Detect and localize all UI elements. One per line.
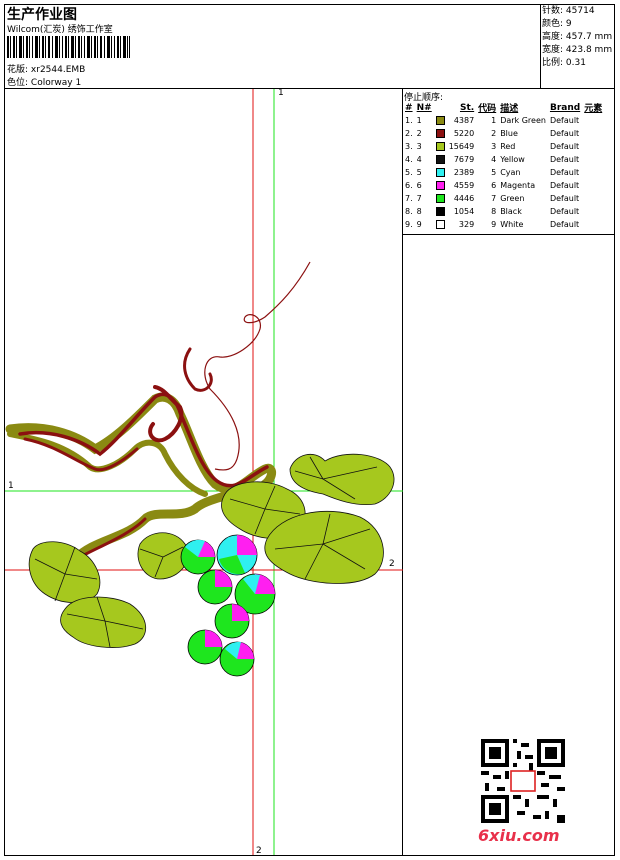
color-swatch <box>435 220 445 229</box>
stats-panel: 针数: 45714 颜色: 9 高度: 457.7 mm 宽度: 423.8 m… <box>542 5 612 70</box>
sequence-divider <box>402 234 615 235</box>
design-value: xr2544.EMB <box>30 65 86 75</box>
branch-red-detail <box>23 347 213 559</box>
company-name: Wilcom(汇炭) 绣饰工作室 <box>7 25 113 35</box>
table-row: 8. 8 1054 8 Black Default <box>405 207 580 216</box>
guide-label-right: 2 <box>389 559 395 569</box>
leaf-bottom-left <box>60 596 147 648</box>
color-swatch <box>435 181 445 190</box>
color-swatch <box>435 116 445 125</box>
grapes <box>180 534 276 677</box>
stat-width: 宽度: 423.8 mm <box>542 45 613 55</box>
qr-code <box>481 739 565 823</box>
table-row: 2. 2 5220 2 Blue Default <box>405 129 580 138</box>
guide-label-top: 1 <box>278 88 284 98</box>
color-swatch <box>435 168 445 177</box>
stat-stitches: 针数: 45714 <box>542 6 595 16</box>
guide-label-bottom: 2 <box>256 846 262 856</box>
stat-height: 高度: 457.7 mm <box>542 32 613 42</box>
stat-scale: 比例: 0.31 <box>542 58 586 68</box>
guide-label-left: 1 <box>8 481 14 491</box>
color-swatch <box>435 142 445 151</box>
table-header: # N# St. 代码 描述 Brand 元素 <box>405 102 603 115</box>
leaf-top-right <box>289 453 395 506</box>
table-row: 3. 3 15649 3 Red Default <box>405 142 580 151</box>
colorway-line: 色位: Colorway 1 <box>7 75 81 88</box>
stats-divider <box>540 4 541 88</box>
stat-colors: 颜色: 9 <box>542 19 572 29</box>
page-title: 生产作业图 <box>7 7 77 23</box>
table-row: 4. 4 7679 4 Yellow Default <box>405 155 580 164</box>
table-row: 6. 6 4559 6 Magenta Default <box>405 181 580 190</box>
design-label: 花版: <box>7 65 29 75</box>
colorway-value: Colorway 1 <box>30 78 82 88</box>
branch-red <box>18 392 269 488</box>
barcode <box>7 36 130 58</box>
color-swatch <box>435 155 445 164</box>
table-row: 9. 9 329 9 White Default <box>405 220 580 229</box>
tendril <box>204 261 311 471</box>
colorway-label: 色位: <box>7 78 29 88</box>
design-line: 花版: xr2544.EMB <box>7 62 85 75</box>
table-row: 7. 7 4446 7 Green Default <box>405 194 580 203</box>
table-row: 5. 5 2389 5 Cyan Default <box>405 168 580 177</box>
table-row: 1. 1 4387 1 Dark Green Default <box>405 116 580 125</box>
color-sequence-table: # N# St. 代码 描述 Brand 元素 1. 1 4387 1 Dark Gre… <box>403 101 604 231</box>
embroidery-design <box>5 89 403 855</box>
color-swatch <box>435 207 445 216</box>
branch-base <box>5 392 276 564</box>
site-logo: 6xiu.com <box>478 826 560 845</box>
color-swatch <box>435 194 445 203</box>
color-swatch <box>435 129 445 138</box>
